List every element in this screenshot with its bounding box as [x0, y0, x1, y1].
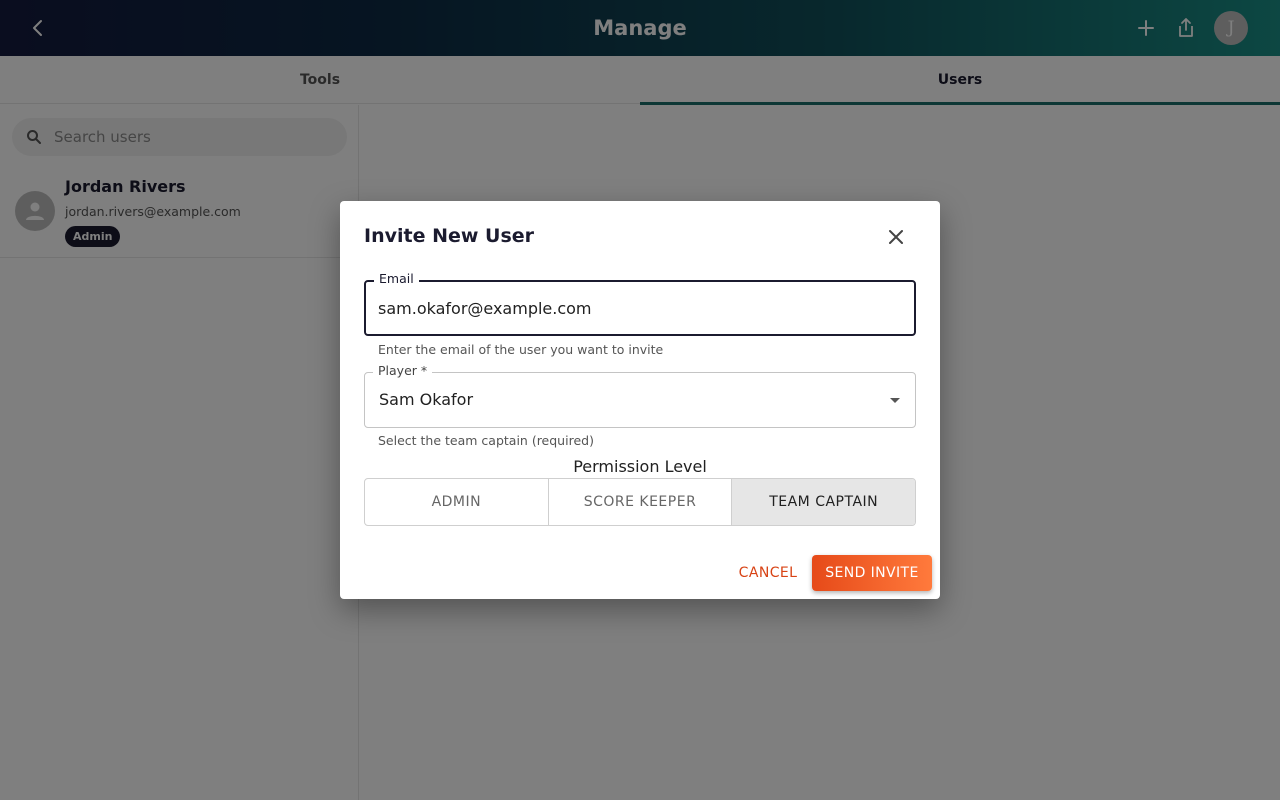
player-selected-value: Sam Okafor	[379, 390, 474, 409]
permission-option-team-captain[interactable]: TEAM CAPTAIN	[732, 479, 915, 525]
send-invite-button[interactable]: SEND INVITE	[812, 555, 932, 591]
player-helper-text: Select the team captain (required)	[378, 433, 594, 448]
email-input[interactable]	[378, 282, 898, 334]
close-icon	[889, 230, 903, 244]
caret-down-icon	[890, 398, 900, 403]
permission-level-label: Permission Level	[573, 457, 707, 476]
invite-user-dialog: Invite New User Email Enter the email of…	[340, 201, 940, 599]
permission-option-score-keeper[interactable]: SCORE KEEPER	[549, 479, 733, 525]
player-label: Player *	[373, 363, 433, 378]
permission-option-admin[interactable]: ADMIN	[365, 479, 549, 525]
close-button[interactable]	[882, 223, 910, 251]
player-select[interactable]: Player * Sam Okafor	[364, 363, 916, 428]
email-field: Email	[364, 271, 916, 336]
email-helper-text: Enter the email of the user you want to …	[378, 342, 664, 357]
dialog-title: Invite New User	[364, 225, 535, 247]
permission-toggle-group: ADMIN SCORE KEEPER TEAM CAPTAIN	[364, 478, 916, 526]
cancel-button[interactable]: CANCEL	[733, 555, 803, 591]
